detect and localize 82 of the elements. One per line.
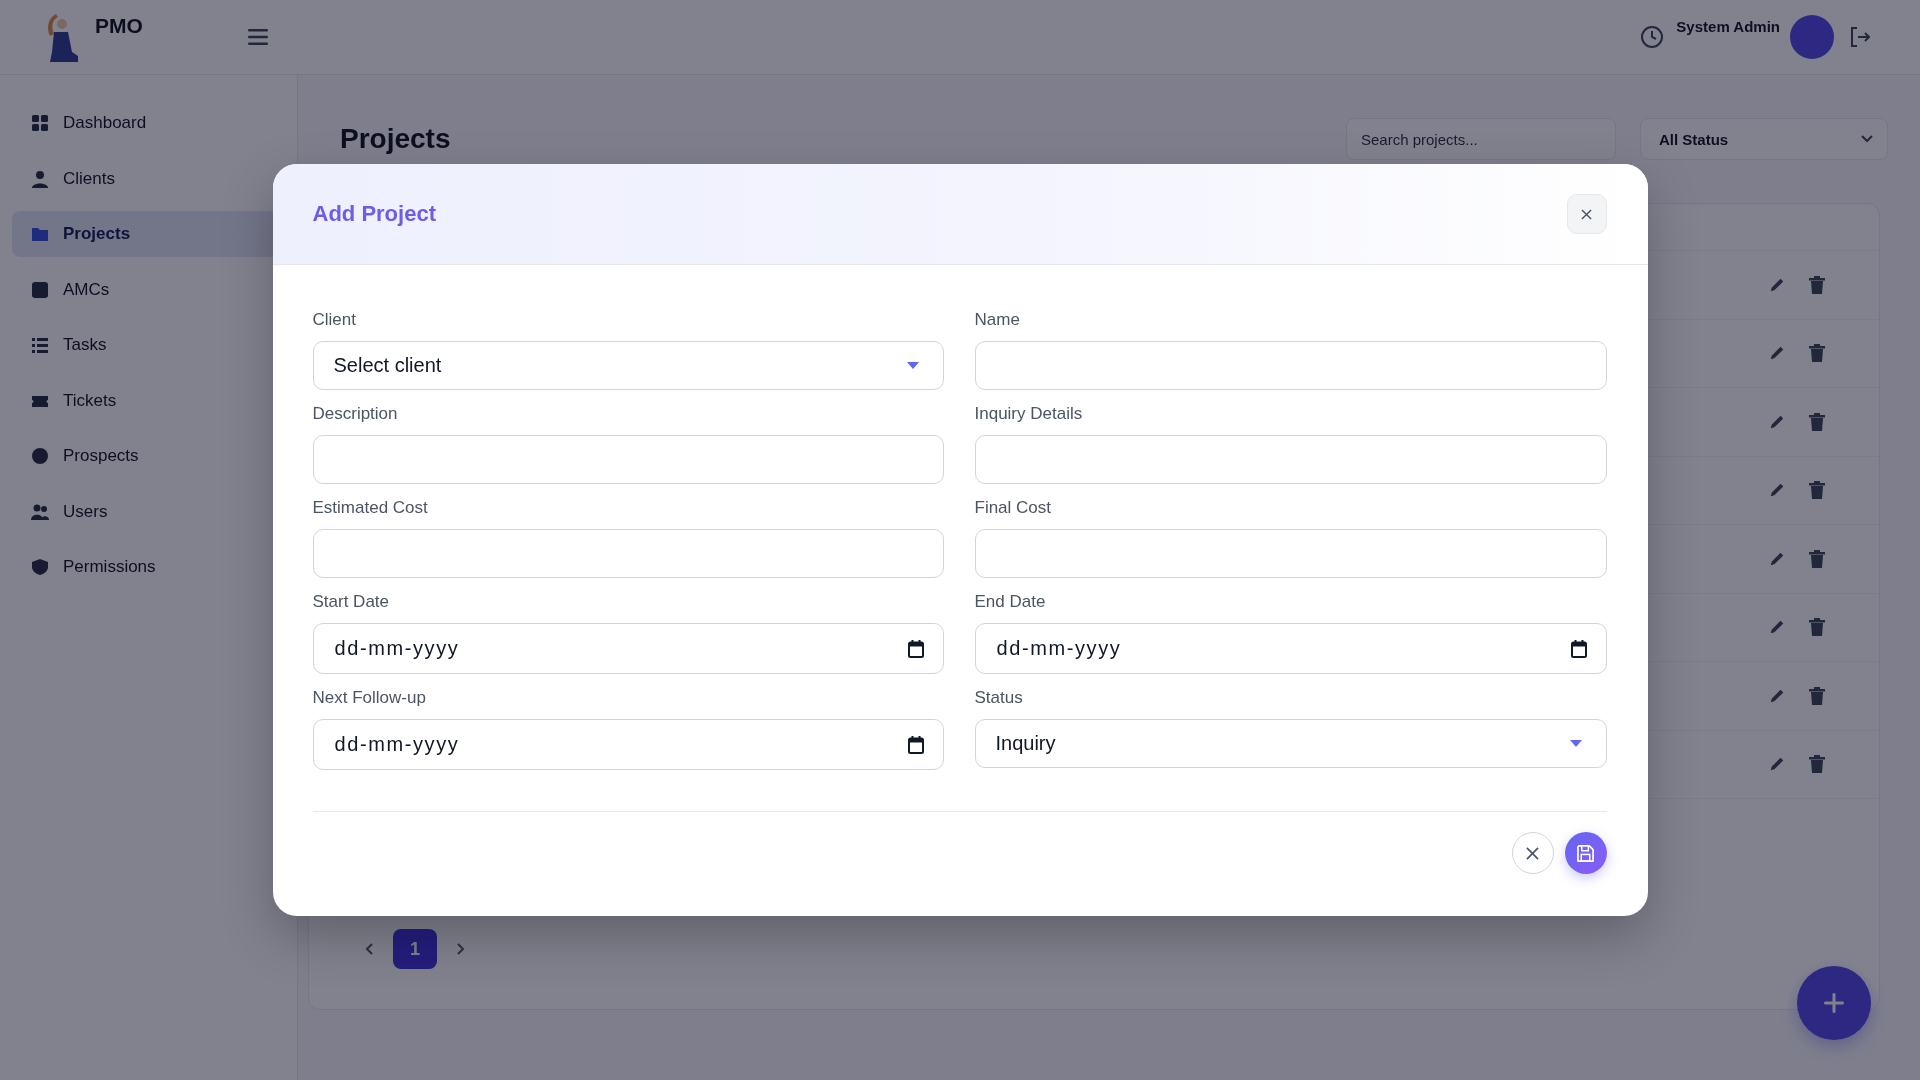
list-icon [31,336,49,354]
close-icon [1526,846,1539,860]
delete-button[interactable] [1809,344,1825,363]
close-icon [1581,208,1592,220]
trash-icon [1809,275,1825,294]
search-field[interactable]: Search projects... [1346,118,1616,160]
user-icon [31,169,49,188]
select-field[interactable]: Select client [312,341,944,390]
input-field[interactable] [312,529,944,578]
chevron-left-icon [365,943,373,955]
brand-name: PMO [95,14,143,38]
chevron-right-icon [457,943,465,955]
delete-button[interactable] [1809,618,1825,637]
input-field[interactable] [312,435,944,484]
menu-icon [248,29,268,45]
delete-button[interactable] [1809,686,1825,705]
logout-button[interactable] [1848,25,1872,49]
page-button[interactable]: 1 [393,929,437,969]
field-label: Name [974,309,1021,330]
input-field[interactable] [974,341,1607,390]
menu-button[interactable] [248,29,268,45]
select-field[interactable]: Inquiry [974,719,1607,768]
trash-icon [1809,412,1825,431]
field-label: Status [974,687,1024,708]
caret-down-icon [906,362,919,369]
field-label: End Date [974,591,1047,612]
trash-icon [1809,755,1825,774]
modal-title: Add Project [312,201,436,227]
users-icon [31,502,49,521]
plus-icon [1824,993,1844,1013]
status-filter[interactable]: All Status [1640,118,1888,160]
history-button[interactable] [1640,25,1665,49]
sidebar-item[interactable]: Dashboard [12,100,289,146]
field-label: Client [312,309,357,330]
logout-icon [1848,25,1872,49]
previous-page-button[interactable] [365,943,373,955]
field-label: Next Follow-up [312,687,427,708]
chevron-down-icon [1861,135,1873,143]
trash-icon [1809,344,1825,363]
sidebar-item[interactable]: Users [12,488,289,535]
input-field[interactable] [974,435,1607,484]
sidebar-item[interactable]: Tasks [12,322,289,368]
input-field[interactable] [974,529,1607,578]
calendar-icon [907,735,924,754]
circle-icon [31,447,49,465]
field-label: Start Date [312,591,391,612]
grid-icon [31,114,49,132]
field-label: Description [312,403,399,424]
shield-icon [31,558,49,576]
user-name: System Admin [1676,17,1780,35]
trash-icon [1809,549,1825,568]
delete-button[interactable] [1809,275,1825,294]
sidebar-item[interactable]: Permissions [12,544,289,590]
field-label: Inquiry Details [974,403,1084,424]
field-label: Estimated Cost [312,497,429,518]
square-icon [31,280,49,299]
delete-button[interactable] [1809,481,1825,500]
sidebar-item[interactable]: Prospects [12,433,289,479]
cancel-button[interactable] [1511,832,1554,874]
page-title: Projects [340,123,451,155]
trash-icon [1809,618,1825,637]
delete-button[interactable] [1809,412,1825,431]
trash-icon [1809,686,1825,705]
delete-button[interactable] [1809,549,1825,568]
date-field[interactable]: dd-mm-yyyy [312,623,944,674]
trash-icon [1809,481,1825,500]
clock-icon [1640,25,1665,49]
delete-button[interactable] [1809,755,1825,774]
field-label: Final Cost [974,497,1053,518]
calendar-icon [1570,639,1587,658]
caret-down-icon [1569,740,1582,747]
sidebar-item[interactable]: AMCs [12,266,289,313]
sidebar-item[interactable]: Tickets [12,377,289,424]
next-page-button[interactable] [457,943,465,955]
avatar-icon[interactable] [1790,15,1834,59]
close-button[interactable] [1566,194,1607,234]
date-field[interactable]: dd-mm-yyyy [974,623,1607,674]
sidebar-item[interactable]: Clients [12,155,289,202]
calendar-icon [907,639,924,658]
date-field[interactable]: dd-mm-yyyy [312,719,944,770]
folder-icon [31,225,49,243]
save-button[interactable] [1564,832,1607,874]
